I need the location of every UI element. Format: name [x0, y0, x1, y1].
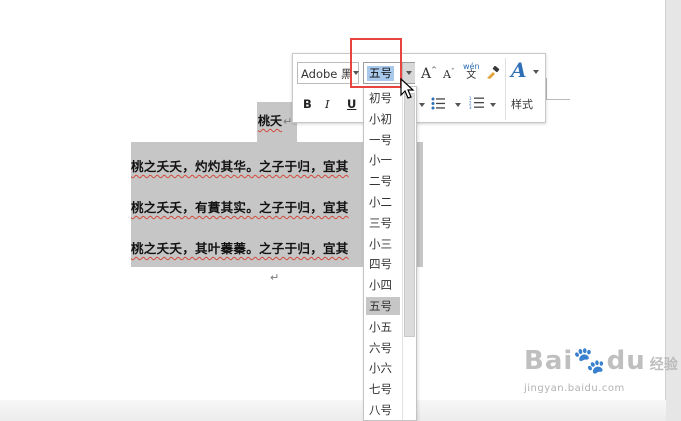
- margin-corner-mark: [546, 78, 570, 100]
- font-size-option[interactable]: 小五: [366, 318, 400, 336]
- phonetic-char: 文: [466, 70, 477, 81]
- numbered-list-icon[interactable]: 1 2 3: [469, 96, 485, 110]
- grow-font-icon[interactable]: A^: [421, 66, 437, 82]
- paragraph-text: 桃之夭夭，灼灼其华。之子于归，宜其: [131, 159, 349, 174]
- bold-button[interactable]: B: [303, 97, 312, 111]
- paragraph-3[interactable]: 桃之夭夭，其叶蓁蓁。之子于归，宜其: [131, 238, 349, 257]
- watermark-logo-tail: du: [606, 346, 646, 376]
- document-title[interactable]: 桃夭↵: [258, 112, 292, 129]
- phonetic-guide-icon[interactable]: wén 文: [463, 62, 480, 81]
- chevron-down-icon[interactable]: [455, 103, 461, 107]
- shrink-font-icon[interactable]: Aˇ: [443, 68, 454, 81]
- watermark-url: jingyan.baidu.com: [524, 383, 625, 394]
- toolbar-separator: [505, 58, 506, 120]
- paragraph-text: 桃之夭夭，有蕡其实。之子于归，宜其: [131, 200, 349, 215]
- styles-icon[interactable]: A: [511, 58, 527, 82]
- mouse-pointer-icon: [400, 78, 415, 99]
- font-size-option[interactable]: 八号: [366, 401, 400, 419]
- dropdown-scrollbar-thumb[interactable]: [404, 93, 415, 337]
- page-bottom-shade: [0, 400, 666, 421]
- font-size-dropdown-list: 初号小初一号小一二号小二三号小三四号小四五号小五六号小六七号八号: [363, 86, 417, 421]
- styles-label[interactable]: 样式: [511, 96, 533, 112]
- font-size-option[interactable]: 四号: [366, 255, 400, 273]
- font-size-option[interactable]: 小初: [366, 110, 400, 128]
- italic-button[interactable]: I: [325, 97, 330, 111]
- svg-text:3: 3: [469, 105, 472, 110]
- annotation-highlight-box: [350, 38, 402, 88]
- font-size-option[interactable]: 七号: [366, 380, 400, 398]
- font-size-option[interactable]: 小四: [366, 276, 400, 294]
- title-text: 桃夭: [258, 114, 283, 128]
- paragraph-text: 桃之夭夭，其叶蓁蓁。之子于归，宜其: [131, 241, 349, 256]
- bullet-list-icon[interactable]: [431, 97, 445, 110]
- end-paragraph-mark: ↵: [270, 271, 280, 284]
- font-size-option[interactable]: 二号: [366, 172, 400, 190]
- grow-font-glyph: A: [421, 66, 432, 82]
- font-size-option[interactable]: 五号: [366, 297, 400, 315]
- shrink-font-glyph: A: [443, 68, 451, 81]
- watermark-logo-part: Bai: [524, 346, 574, 376]
- watermark-logo: Bai🐾du: [524, 346, 646, 376]
- font-size-option[interactable]: 小一: [366, 151, 400, 169]
- font-size-option[interactable]: 小六: [366, 359, 400, 377]
- paragraph-2[interactable]: 桃之夭夭，有蕡其实。之子于归，宜其: [131, 197, 349, 216]
- font-size-option[interactable]: 小二: [366, 193, 400, 211]
- chevron-down-icon[interactable]: [490, 103, 496, 107]
- watermark: Bai🐾du 经验: [524, 346, 678, 376]
- font-size-option[interactable]: 一号: [366, 131, 400, 149]
- chevron-down-icon[interactable]: [419, 103, 425, 107]
- font-name-value: Adobe 黑: [301, 67, 353, 81]
- paragraph-1[interactable]: 桃之夭夭，灼灼其华。之子于归，宜其: [131, 156, 349, 175]
- chevron-down-icon[interactable]: [533, 70, 539, 74]
- watermark-text: 经验: [649, 357, 678, 373]
- format-painter-icon[interactable]: [485, 66, 501, 80]
- paragraph-mark: ↵: [283, 115, 293, 128]
- font-size-option[interactable]: 六号: [366, 339, 400, 357]
- font-size-option[interactable]: 三号: [366, 214, 400, 232]
- font-size-option[interactable]: 小三: [366, 235, 400, 253]
- font-size-option[interactable]: 初号: [366, 89, 400, 107]
- mini-toolbar: Adobe 黑 五号 A^ Aˇ wén 文 A 样式 B I U 1 2 3: [292, 53, 546, 123]
- screen: 桃夭↵ 桃之夭夭，灼灼其华。之子于归，宜其 桃之夭夭，有蕡其实。之子于归，宜其 …: [0, 0, 681, 421]
- underline-button[interactable]: U: [347, 97, 356, 111]
